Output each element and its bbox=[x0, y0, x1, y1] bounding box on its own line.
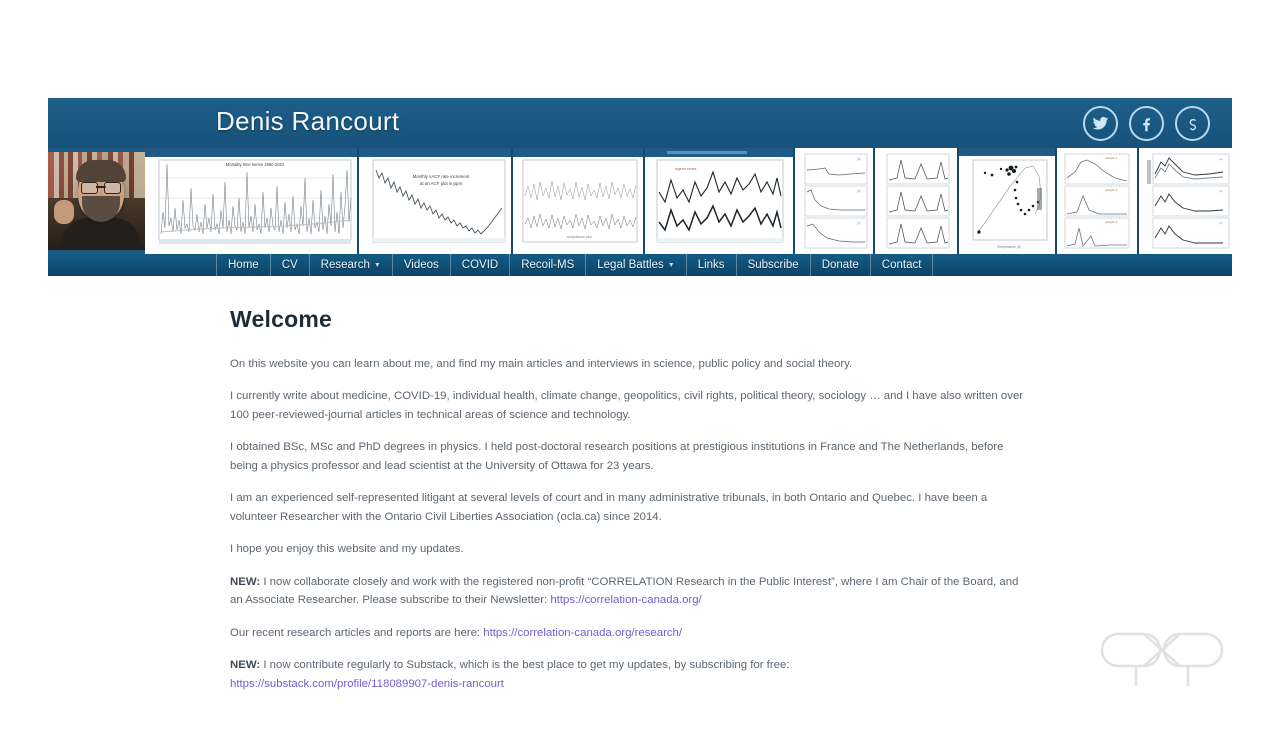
svg-text:legend series: legend series bbox=[675, 167, 697, 171]
screen: Denis Rancourt Mortality time series 196… bbox=[0, 0, 1280, 736]
nav-item-cv[interactable]: CV bbox=[271, 254, 310, 276]
rr-logo-watermark bbox=[1092, 622, 1232, 692]
correlation-research-link[interactable]: https://correlation-canada.org/research/ bbox=[483, 627, 682, 639]
svg-text:sample 1: sample 1 bbox=[1105, 156, 1118, 160]
substack-profile-link[interactable]: https://substack.com/profile/118089907-d… bbox=[230, 678, 504, 690]
nav-item-legal-battles[interactable]: Legal Battles ▼ bbox=[586, 254, 687, 276]
nav-item-covid[interactable]: COVID bbox=[451, 254, 511, 276]
intro-paragraph-5: I hope you enjoy this website and my upd… bbox=[230, 543, 464, 556]
nav-item-home[interactable]: Home bbox=[216, 254, 271, 276]
new-badge-1: NEW: bbox=[230, 575, 261, 588]
website-page: Denis Rancourt Mortality time series 196… bbox=[48, 98, 1232, 736]
nav-item-research[interactable]: Research ▼ bbox=[310, 254, 393, 276]
noisy-dual-band-chart: comparison plot bbox=[513, 148, 645, 254]
twitter-icon[interactable] bbox=[1083, 106, 1118, 141]
nav-label: Links bbox=[697, 259, 725, 271]
stacked-peak-panels-chart: sample 1 sample 2 sample 3 bbox=[1057, 148, 1139, 254]
decay-curve-chart: Monthly vACF rate increment at an ACF pl… bbox=[359, 148, 513, 254]
correlation-canada-link[interactable]: https://correlation-canada.org/ bbox=[550, 594, 701, 606]
nav-item-donate[interactable]: Donate bbox=[811, 254, 871, 276]
svg-text:at an ACF plot in ppm: at an ACF plot in ppm bbox=[420, 181, 463, 186]
stacked-decay-panels-chart: (a) (b) (c) bbox=[795, 148, 875, 254]
svg-text:(a): (a) bbox=[857, 157, 861, 161]
stacked-spectra-chart: (a) (b) (c) bbox=[1139, 148, 1232, 254]
spiky-timeseries-chart: Mortality time series 1960-2022 bbox=[145, 148, 359, 254]
chevron-down-icon: ▼ bbox=[667, 261, 675, 269]
svg-text:Mortality time series 1960-20: Mortality time series 1960-2022 bbox=[226, 162, 285, 167]
svg-text:sample 2: sample 2 bbox=[1105, 188, 1118, 192]
new-substack-paragraph: NEW: I now contribute regularly to Subst… bbox=[230, 656, 1030, 693]
nav-label: Research bbox=[320, 259, 370, 271]
nav-label: Legal Battles bbox=[597, 259, 664, 271]
svg-text:(c): (c) bbox=[857, 221, 861, 225]
new-substack-text: I now contribute regularly to Substack, … bbox=[260, 659, 790, 672]
banner-image-strip: Mortality time series 1960-2022 Monthly … bbox=[48, 148, 1232, 254]
svg-text:(b): (b) bbox=[1219, 189, 1223, 193]
research-text: Our recent research articles and reports… bbox=[230, 626, 484, 639]
nav-label: Recoil-MS bbox=[521, 259, 575, 271]
main-navigation: Home CV Research ▼ Videos COVID Recoil-M… bbox=[48, 254, 1232, 276]
intro-paragraph-2: I currently write about medicine, COVID-… bbox=[230, 390, 1024, 421]
nav-label: Contact bbox=[881, 259, 922, 271]
svg-text:(b): (b) bbox=[857, 189, 861, 193]
nav-item-contact[interactable]: Contact bbox=[871, 254, 934, 276]
nav-label: CV bbox=[281, 259, 298, 271]
nav-item-links[interactable]: Links bbox=[687, 254, 737, 276]
site-header: Denis Rancourt bbox=[48, 98, 1232, 148]
seasonal-peaks-chart: legend series bbox=[645, 148, 795, 254]
scatter-loop-chart: Temperature (K) bbox=[959, 148, 1057, 254]
new-correlation-paragraph: NEW: I now collaborate closely and work … bbox=[230, 573, 1030, 610]
substack-icon[interactable] bbox=[1175, 106, 1210, 141]
spectra-panels-chart bbox=[875, 148, 959, 254]
page-title: Welcome bbox=[230, 306, 332, 332]
social-links bbox=[1083, 106, 1210, 141]
webcam-video-overlay[interactable] bbox=[48, 148, 145, 254]
nav-item-videos[interactable]: Videos bbox=[393, 254, 451, 276]
chevron-down-icon: ▼ bbox=[373, 261, 381, 269]
facebook-icon[interactable] bbox=[1129, 106, 1164, 141]
site-title: Denis Rancourt bbox=[216, 106, 400, 136]
new-badge-2: NEW: bbox=[230, 659, 261, 672]
research-paragraph: Our recent research articles and reports… bbox=[230, 624, 1030, 642]
svg-text:Temperature (K): Temperature (K) bbox=[997, 245, 1022, 249]
nav-label: Videos bbox=[403, 259, 439, 271]
svg-text:(a): (a) bbox=[1219, 157, 1223, 161]
intro-paragraph-4: I am an experienced self-represented lit… bbox=[230, 492, 988, 523]
nav-label: Home bbox=[228, 259, 259, 271]
svg-text:comparison plot: comparison plot bbox=[566, 235, 591, 239]
nav-item-recoil-ms[interactable]: Recoil-MS bbox=[510, 254, 587, 276]
page-content: Welcome On this website you can learn ab… bbox=[48, 276, 1232, 736]
nav-label: Donate bbox=[821, 259, 859, 271]
nav-label: COVID bbox=[461, 259, 499, 271]
nav-item-subscribe[interactable]: Subscribe bbox=[737, 254, 811, 276]
svg-text:(c): (c) bbox=[1219, 221, 1223, 225]
svg-text:sample 3: sample 3 bbox=[1105, 220, 1118, 224]
intro-paragraph-1: On this website you can learn about me, … bbox=[230, 358, 853, 370]
intro-paragraph-3: I obtained BSc, MSc and PhD degrees in p… bbox=[230, 441, 1004, 472]
svg-text:Monthly vACF rate increment: Monthly vACF rate increment bbox=[413, 174, 471, 179]
nav-label: Subscribe bbox=[747, 259, 799, 271]
